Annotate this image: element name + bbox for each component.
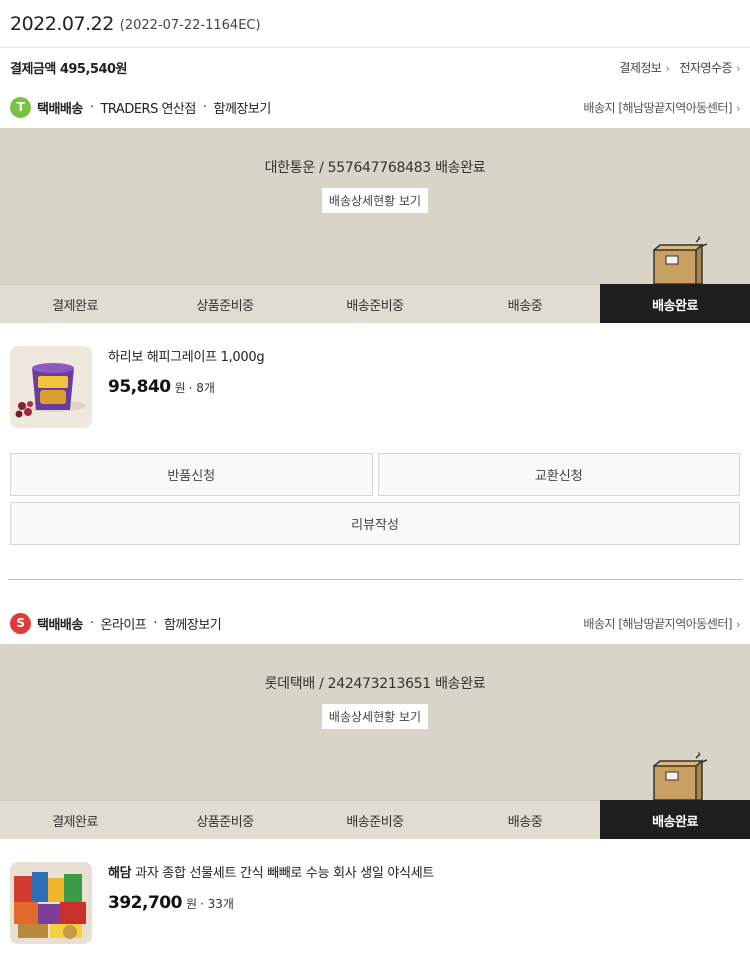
product-price: 95,840 원 · 8개 bbox=[108, 377, 264, 397]
payment-amount: 결제금액 495,540원 bbox=[10, 58, 128, 77]
price-value: 392,700 bbox=[108, 893, 182, 913]
step-payment-complete: 결제완료 bbox=[0, 284, 150, 323]
snack-set-image[interactable] bbox=[10, 862, 92, 944]
currency-label: 원 bbox=[185, 897, 197, 911]
product-name[interactable]: 해담 과자 종합 선물세트 간식 빼빼로 수능 회사 생일 야식세트 bbox=[108, 862, 434, 881]
step-preparing-shipment: 배송준비중 bbox=[300, 284, 450, 323]
destination-label: 배송지 [해남땅끝지역아동센터] bbox=[583, 100, 733, 115]
delivery-box-icon bbox=[653, 752, 708, 800]
step-in-transit: 배송중 bbox=[450, 284, 600, 323]
traders-badge-icon: T bbox=[10, 96, 31, 118]
destination-link[interactable]: 배송지 [해남땅끝지역아동센터] › bbox=[583, 615, 740, 632]
delivery-steps: 결제완료 상품준비중 배송준비중 배송중 배송완료 bbox=[0, 284, 750, 323]
product-title: 과자 종합 선물세트 간식 빼빼로 수능 회사 생일 야식세트 bbox=[135, 866, 435, 881]
payment-row: 결제금액 495,540원 결제정보 › 전자영수증 › bbox=[0, 48, 750, 86]
payment-value: 495,540원 bbox=[59, 61, 128, 77]
shop-together-link[interactable]: 함께장보기 bbox=[164, 614, 222, 633]
write-review-button[interactable]: 리뷰작성 bbox=[10, 502, 740, 545]
step-delivered: 배송완료 bbox=[600, 800, 750, 839]
product-item[interactable]: 해담 과자 종합 선물세트 간식 빼빼로 수능 회사 생일 야식세트 392,7… bbox=[0, 839, 750, 965]
payment-info-label: 결제정보 bbox=[619, 60, 662, 75]
step-preparing-product: 상품준비중 bbox=[150, 800, 300, 839]
product-brand: 해담 bbox=[108, 866, 132, 881]
step-delivered: 배송완료 bbox=[600, 284, 750, 323]
order-number: (2022-07-22-1164EC) bbox=[119, 17, 261, 33]
tracking-panel: 대한통운 / 557647768483 배송완료 배송상세현황 보기 bbox=[0, 128, 750, 284]
receipt-link[interactable]: 전자영수증 › bbox=[679, 59, 740, 76]
store-name: 온라이프 bbox=[100, 617, 147, 633]
product-title: 하리보 해피그레이프 1,000g bbox=[108, 350, 265, 365]
store-name: TRADERS 연산점 bbox=[100, 101, 196, 117]
chevron-right-icon: › bbox=[736, 61, 740, 75]
delivery-type: 택배배송 bbox=[37, 617, 83, 633]
payment-info-link[interactable]: 결제정보 › bbox=[619, 59, 670, 76]
ssg-badge-icon: S bbox=[10, 612, 31, 634]
step-preparing-product: 상품준비중 bbox=[150, 284, 300, 323]
exchange-request-button[interactable]: 교환신청 bbox=[377, 453, 740, 496]
section-divider bbox=[8, 579, 742, 580]
step-payment-complete: 결제완료 bbox=[0, 800, 150, 839]
destination-link[interactable]: 배송지 [해남땅끝지역아동센터] › bbox=[583, 99, 740, 116]
order-actions: 반품신청 교환신청 리뷰작성 bbox=[0, 453, 750, 545]
delivery-type: 택배배송 bbox=[37, 101, 83, 117]
quantity-label: · 8개 bbox=[188, 381, 215, 395]
chevron-right-icon: › bbox=[665, 61, 670, 75]
order-header: 2022.07.22 (2022-07-22-1164EC) bbox=[0, 0, 750, 48]
chevron-right-icon: › bbox=[736, 101, 740, 115]
delivery-steps: 결제완료 상품준비중 배송준비중 배송중 배송완료 bbox=[0, 800, 750, 839]
product-name[interactable]: 하리보 해피그레이프 1,000g bbox=[108, 346, 265, 365]
currency-label: 원 bbox=[174, 381, 186, 395]
product-price: 392,700 원 · 33개 bbox=[108, 893, 434, 913]
order-date: 2022.07.22 bbox=[10, 12, 114, 35]
gummy-jar-image[interactable] bbox=[10, 346, 92, 428]
payment-label: 결제금액 bbox=[10, 61, 56, 77]
step-preparing-shipment: 배송준비중 bbox=[300, 800, 450, 839]
delivery-detail-button[interactable]: 배송상세현황 보기 bbox=[321, 188, 429, 213]
carrier-status: 대한통운 / 557647768483 배송완료 bbox=[264, 160, 486, 176]
delivery-box-icon bbox=[653, 236, 708, 284]
product-item[interactable]: 하리보 해피그레이프 1,000g 95,840 원 · 8개 bbox=[0, 323, 750, 453]
shipment-section: T 택배배송 · TRADERS 연산점 · 함께장보기 배송지 [해남땅끝지역… bbox=[0, 86, 750, 545]
receipt-label: 전자영수증 bbox=[679, 60, 733, 75]
shop-together-link[interactable]: 함께장보기 bbox=[214, 98, 272, 117]
delivery-detail-button[interactable]: 배송상세현황 보기 bbox=[321, 704, 429, 729]
return-request-button[interactable]: 반품신청 bbox=[10, 453, 373, 496]
destination-label: 배송지 [해남땅끝지역아동센터] bbox=[583, 616, 733, 631]
quantity-label: · 33개 bbox=[199, 897, 234, 911]
carrier-status: 롯데택배 / 242473213651 배송완료 bbox=[264, 676, 486, 692]
step-in-transit: 배송중 bbox=[450, 800, 600, 839]
shipment-section: S 택배배송 · 온라이프 · 함께장보기 배송지 [해남땅끝지역아동센터] › … bbox=[0, 602, 750, 965]
chevron-right-icon: › bbox=[736, 617, 740, 631]
price-value: 95,840 bbox=[108, 377, 171, 397]
tracking-panel: 롯데택배 / 242473213651 배송완료 배송상세현황 보기 bbox=[0, 644, 750, 800]
